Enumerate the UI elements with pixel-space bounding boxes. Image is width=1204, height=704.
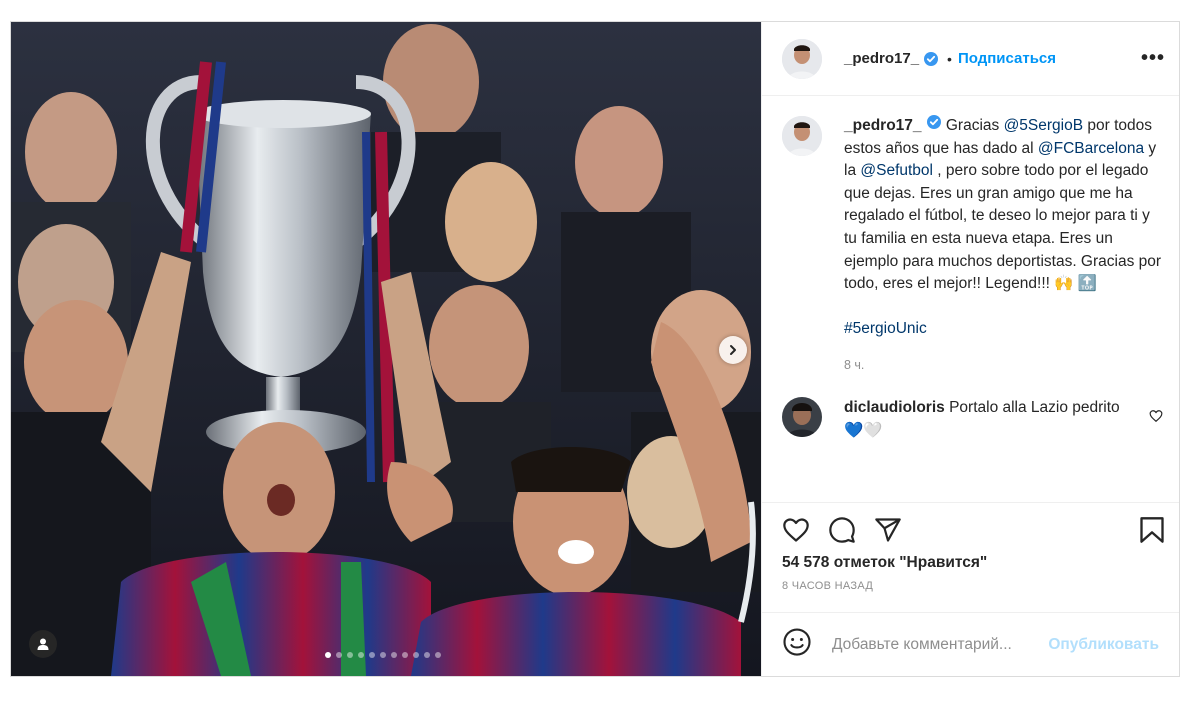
post-date[interactable]: 8 ЧАСОВ НАЗАД xyxy=(762,572,1179,592)
carousel-dot xyxy=(369,652,375,658)
post-header: _pedro17_ • Подписаться ••• xyxy=(762,22,1179,96)
action-bar xyxy=(762,502,1179,556)
author-avatar[interactable] xyxy=(782,38,822,79)
more-options-icon[interactable]: ••• xyxy=(1141,47,1165,70)
mention-link[interactable]: @5SergioB xyxy=(1004,117,1084,134)
post-sidebar: _pedro17_ • Подписаться ••• _pedro17_ Gr… xyxy=(761,22,1179,676)
next-slide-button[interactable] xyxy=(719,336,747,364)
caption-timestamp[interactable]: 8 ч. xyxy=(844,354,1163,377)
carousel-dot xyxy=(325,652,331,658)
comment-item: diclaudioloris Portalo alla Lazio pedrit… xyxy=(782,396,1163,442)
commenter-username[interactable]: diclaudioloris xyxy=(844,399,945,416)
carousel-indicator xyxy=(325,652,441,658)
commenter-avatar[interactable] xyxy=(782,396,822,437)
comment-like-icon[interactable] xyxy=(1149,409,1163,428)
post-caption: _pedro17_ Gracias @5SergioB por todos es… xyxy=(782,114,1163,377)
mention-link[interactable]: @Sefutbol xyxy=(860,162,933,179)
carousel-dot xyxy=(347,652,353,658)
carousel-dot xyxy=(358,652,364,658)
carousel-dot xyxy=(380,652,386,658)
share-icon[interactable] xyxy=(874,516,902,544)
header-separator: • xyxy=(947,50,952,67)
verified-badge-icon xyxy=(923,51,939,67)
caption-username[interactable]: _pedro17_ xyxy=(844,117,922,134)
comment-composer: Добавьте комментарий... Опубликовать xyxy=(762,612,1179,676)
comment-input[interactable]: Добавьте комментарий... xyxy=(832,636,1048,654)
caption-text-1: Gracias xyxy=(941,117,1004,134)
emoji-icon[interactable] xyxy=(782,627,812,662)
caption-text: _pedro17_ Gracias @5SergioB por todos es… xyxy=(844,114,1163,377)
post-photo xyxy=(11,22,761,676)
caption-text-4: , pero sobre todo por el legado que deja… xyxy=(844,162,1162,293)
verified-badge-icon xyxy=(926,114,942,130)
heart-icon[interactable] xyxy=(782,516,810,544)
comments-list: _pedro17_ Gracias @5SergioB por todos es… xyxy=(762,96,1179,502)
tagged-users-button[interactable] xyxy=(29,630,57,658)
carousel-dot xyxy=(435,652,441,658)
post-card: _pedro17_ • Подписаться ••• _pedro17_ Gr… xyxy=(10,21,1180,677)
post-media[interactable] xyxy=(11,22,761,676)
mention-link[interactable]: @FCBarcelona xyxy=(1038,140,1144,157)
carousel-dot xyxy=(424,652,430,658)
comment-icon[interactable] xyxy=(828,516,856,544)
carousel-dot xyxy=(413,652,419,658)
publish-button[interactable]: Опубликовать xyxy=(1048,636,1159,654)
likes-count[interactable]: 54 578 отметок "Нравится" xyxy=(762,554,1179,572)
author-username[interactable]: _pedro17_ xyxy=(844,50,919,67)
next-slide-icon xyxy=(730,345,736,355)
caption-avatar[interactable] xyxy=(782,116,822,156)
follow-button[interactable]: Подписаться xyxy=(958,50,1056,67)
save-icon[interactable] xyxy=(1139,516,1165,544)
carousel-dot xyxy=(336,652,342,658)
hashtag-link[interactable]: #5ergioUnic xyxy=(844,320,927,337)
carousel-dot xyxy=(402,652,408,658)
carousel-dot xyxy=(391,652,397,658)
tagged-user-icon xyxy=(37,638,49,650)
comment-text: diclaudioloris Portalo alla Lazio pedrit… xyxy=(844,397,1163,442)
